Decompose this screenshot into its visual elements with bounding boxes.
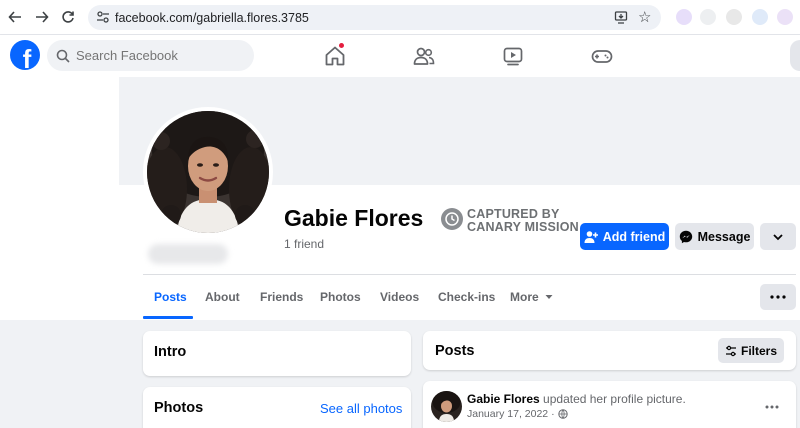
extension-icon[interactable] (777, 9, 793, 25)
posts-title: Posts (435, 343, 475, 359)
tab-about[interactable]: About (205, 276, 240, 318)
tab-more[interactable]: More (510, 276, 554, 318)
header-divider (143, 274, 796, 275)
more-dots-icon (770, 295, 786, 299)
install-app-icon[interactable] (614, 10, 628, 27)
logo-letter: f (22, 44, 32, 70)
search-box[interactable] (47, 40, 254, 71)
blurred-friend-avatars (148, 244, 228, 264)
meta-separator: · (551, 408, 555, 420)
bookmark-star-icon[interactable]: ☆ (638, 8, 651, 26)
address-bar[interactable]: facebook.com/gabriella.flores.3785 ☆ (88, 5, 661, 30)
post-headline: Gabie Flores updated her profile picture… (467, 392, 686, 406)
watermark-stamp: CAPTURED BY CANARY MISSION (467, 208, 579, 234)
search-icon (56, 49, 70, 63)
friends-icon (413, 47, 435, 65)
tab-more-label: More (510, 290, 539, 304)
tab-posts[interactable]: Posts (154, 276, 187, 318)
profile-photo-illustration (147, 111, 269, 233)
stamp-line-2: CANARY MISSION (467, 220, 579, 234)
intro-card: Intro (143, 331, 411, 376)
notification-dot (338, 42, 345, 49)
extension-icon[interactable] (700, 9, 716, 25)
post-options-button[interactable] (765, 396, 779, 412)
see-all-photos-link[interactable]: See all photos (320, 401, 402, 416)
friend-count[interactable]: 1 friend (284, 237, 324, 251)
post-action-text: updated her profile picture. (543, 392, 686, 406)
site-settings-icon[interactable] (96, 10, 110, 24)
author-photo-illustration (431, 391, 462, 422)
filters-label: Filters (740, 343, 777, 358)
post-author-name[interactable]: Gabie Flores (467, 392, 540, 406)
post-author-avatar[interactable] (431, 391, 462, 422)
extension-icon[interactable] (752, 9, 768, 25)
search-input[interactable] (76, 48, 246, 63)
reload-icon[interactable] (59, 8, 77, 26)
profile-picture[interactable] (147, 111, 269, 233)
photos-title: Photos (154, 400, 204, 416)
url-text: facebook.com/gabriella.flores.3785 (115, 11, 309, 25)
tab-photos[interactable]: Photos (320, 276, 361, 318)
gaming-nav-button[interactable] (590, 44, 614, 68)
add-user-icon (584, 230, 598, 243)
clock-stamp-icon (441, 208, 463, 230)
more-dots-icon (765, 405, 779, 409)
facebook-logo[interactable]: f (10, 40, 40, 70)
tab-check-ins[interactable]: Check-ins (438, 276, 495, 318)
facebook-header: f (0, 35, 800, 77)
extension-icon[interactable] (726, 9, 742, 25)
back-arrow-icon[interactable] (6, 8, 24, 26)
forward-arrow-icon[interactable] (33, 8, 51, 26)
video-nav-button[interactable] (501, 44, 525, 68)
extension-icon[interactable] (676, 9, 692, 25)
caret-down-icon (545, 295, 553, 299)
friends-nav-button[interactable] (412, 44, 436, 68)
more-options-button[interactable] (760, 223, 796, 250)
globe-icon (557, 409, 568, 419)
active-tab-indicator (143, 316, 193, 319)
home-nav-button[interactable] (323, 42, 347, 68)
message-button[interactable]: Message (675, 223, 754, 250)
tab-friends[interactable]: Friends (260, 276, 303, 318)
filter-sliders-icon (725, 345, 736, 356)
add-friend-button[interactable]: Add friend (580, 223, 669, 250)
profile-menu-button[interactable] (760, 284, 796, 310)
menu-button-partial[interactable] (790, 40, 800, 71)
intro-title: Intro (154, 344, 187, 360)
add-friend-label: Add friend (602, 229, 666, 244)
gamepad-icon (591, 50, 613, 63)
message-label: Message (697, 229, 751, 244)
filters-button[interactable]: Filters (718, 338, 784, 363)
post-date[interactable]: January 17, 2022 (467, 408, 548, 420)
messenger-icon (679, 230, 692, 243)
photos-card: Photos See all photos (143, 387, 411, 428)
browser-toolbar: facebook.com/gabriella.flores.3785 ☆ (0, 0, 800, 35)
tab-videos[interactable]: Videos (380, 276, 419, 318)
left-margin (0, 77, 119, 185)
video-icon (503, 47, 523, 66)
chevron-down-icon (773, 233, 783, 240)
post-meta: January 17, 2022 · (467, 408, 568, 420)
profile-name: Gabie Flores (284, 205, 424, 231)
